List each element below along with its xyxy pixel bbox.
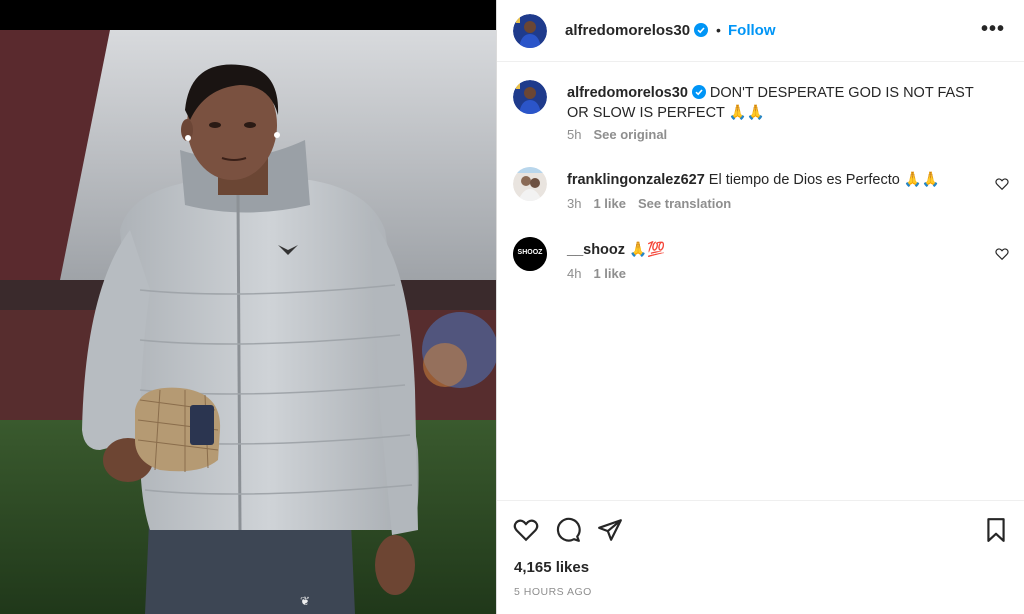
share-icon[interactable]	[597, 517, 623, 543]
commenter-avatar[interactable]: SHOOZ	[513, 237, 547, 271]
caption-avatar[interactable]	[513, 80, 547, 114]
like-comment-heart-icon[interactable]	[995, 247, 1009, 261]
author-username-text[interactable]: alfredomorelos30	[565, 22, 690, 39]
comment-username[interactable]: franklingonzalez627	[567, 172, 705, 188]
caption-item: alfredomorelos30 DON'T DESPERATE GOD IS N…	[497, 80, 1024, 150]
heart-icon[interactable]	[513, 517, 539, 543]
separator-dot: •	[716, 22, 721, 38]
comment-likes[interactable]: 1 like	[593, 266, 626, 281]
comment-username[interactable]: __shooz	[567, 242, 625, 258]
verified-icon	[694, 23, 709, 37]
post-actions: 4,165 likes 5 HOURS AGO	[497, 500, 1024, 614]
comment-time[interactable]: 3h	[567, 196, 581, 211]
comment-meta: 3h 1 like See translation	[567, 196, 743, 211]
svg-text:❦: ❦	[300, 594, 310, 608]
comment-icon[interactable]	[555, 517, 581, 543]
comment-time[interactable]: 4h	[567, 266, 581, 281]
avatar-text: SHOOZ	[517, 249, 543, 256]
comment-item: franklingonzalez627 El tiempo de Dios es …	[497, 167, 1024, 217]
photo-letterbox	[0, 0, 496, 30]
comment-emoji: 🙏💯	[629, 242, 666, 258]
more-icon[interactable]: •••	[981, 18, 1005, 41]
post-timestamp[interactable]: 5 HOURS AGO	[514, 586, 592, 598]
comment-item: SHOOZ __shooz 🙏💯 4h 1 like	[497, 237, 1024, 287]
comments-list[interactable]: alfredomorelos30 DON'T DESPERATE GOD IS N…	[497, 62, 1024, 500]
author-avatar[interactable]	[513, 14, 547, 48]
caption-username[interactable]: alfredomorelos30	[567, 85, 688, 101]
author-username[interactable]: alfredomorelos30	[565, 22, 709, 39]
post-photo-panel[interactable]: ❦	[0, 0, 496, 614]
caption-body: alfredomorelos30 DON'T DESPERATE GOD IS N…	[567, 83, 987, 123]
follow-button[interactable]: Follow	[728, 22, 776, 39]
post-side-panel: alfredomorelos30 • Follow ••• alfredomor…	[496, 0, 1024, 614]
caption-time[interactable]: 5h	[567, 127, 581, 142]
comment-body: franklingonzalez627 El tiempo de Dios es …	[567, 170, 987, 190]
see-translation-button[interactable]: See translation	[638, 196, 731, 211]
commenter-avatar[interactable]	[513, 167, 547, 201]
comment-text: El tiempo de Dios es Perfecto	[708, 172, 900, 188]
see-original-button[interactable]: See original	[593, 127, 667, 142]
comment-emoji: 🙏🙏	[903, 172, 940, 188]
post-header: alfredomorelos30 • Follow •••	[497, 0, 1024, 62]
comment-likes[interactable]: 1 like	[593, 196, 626, 211]
likes-count[interactable]: 4,165 likes	[514, 559, 589, 576]
caption-meta: 5h See original	[567, 127, 679, 142]
like-comment-heart-icon[interactable]	[995, 177, 1009, 191]
comment-body: __shooz 🙏💯	[567, 240, 987, 260]
caption-emoji: 🙏🙏	[728, 105, 765, 121]
comment-meta: 4h 1 like	[567, 266, 638, 281]
verified-icon	[691, 85, 706, 99]
post-photo: ❦	[0, 30, 496, 614]
bookmark-icon[interactable]	[983, 517, 1009, 543]
